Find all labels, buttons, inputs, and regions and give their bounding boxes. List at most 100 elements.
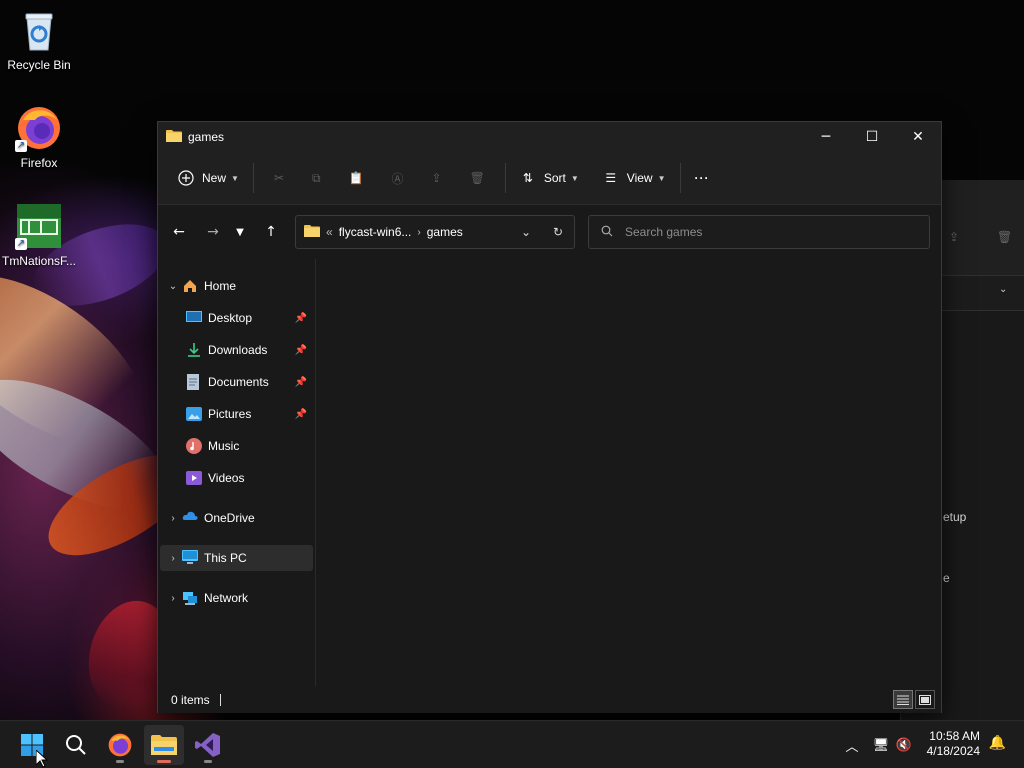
notification-bell-icon: 🔔 xyxy=(988,735,1006,751)
search-icon xyxy=(601,225,613,240)
notifications-button[interactable]: 🔔 xyxy=(989,735,1006,751)
sort-button[interactable]: ⇅ Sort ▼ xyxy=(512,162,587,194)
large-icons-view-button[interactable] xyxy=(915,690,935,709)
new-button[interactable]: New ▼ xyxy=(170,162,247,194)
network-status-icon[interactable]: 🖥 xyxy=(868,738,894,753)
nav-item-documents[interactable]: Documents 📌 xyxy=(160,369,313,395)
running-indicator xyxy=(116,760,124,763)
delete-button[interactable]: 🗑 xyxy=(456,162,499,194)
view-label: View xyxy=(626,171,653,185)
home-icon xyxy=(182,278,198,294)
back-button[interactable]: ← xyxy=(164,217,194,247)
folder-icon xyxy=(304,224,320,241)
downloads-icon xyxy=(186,342,202,358)
chevron-right-icon: › xyxy=(171,592,175,604)
list-view-icon: ☰ xyxy=(605,171,617,185)
pin-icon: 📌 xyxy=(294,312,307,324)
rename-button[interactable]: Ⓐ xyxy=(378,162,418,194)
nav-item-downloads[interactable]: Downloads 📌 xyxy=(160,337,313,363)
chevron-right-icon: › xyxy=(417,226,421,238)
address-actions: ⌄ ↻ xyxy=(510,216,574,248)
paste-button[interactable]: 📋 xyxy=(335,162,378,194)
taskbar-firefox[interactable] xyxy=(100,725,140,765)
up-button[interactable]: ↑ xyxy=(256,217,286,247)
scissors-icon: ✂ xyxy=(273,171,284,185)
recycle-bin-icon xyxy=(15,6,63,54)
window-controls: ─ ☐ ✕ xyxy=(803,122,941,152)
view-button[interactable]: ☰ View ▼ xyxy=(595,162,674,194)
onedrive-icon xyxy=(182,510,198,526)
show-hidden-icons-button[interactable]: ︿ xyxy=(842,736,862,755)
search-box[interactable]: Search games xyxy=(588,215,930,249)
details-view-icon xyxy=(897,695,909,705)
desktop-icon-label: TmNationsF... xyxy=(1,254,76,268)
copy-button[interactable]: ⧉ xyxy=(298,162,335,194)
chevron-down-icon: ▼ xyxy=(236,226,244,238)
toolbar-separator xyxy=(504,163,506,193)
shortcut-arrow-icon: ↗ xyxy=(15,140,27,152)
desktop-icon-firefox[interactable]: ↗ Firefox xyxy=(0,104,78,170)
videos-icon xyxy=(186,470,202,486)
running-indicator xyxy=(204,760,212,763)
more-options-button[interactable]: ··· xyxy=(687,162,718,194)
pin-icon: 📌 xyxy=(294,408,307,420)
desktop-icon-recycle-bin[interactable]: Recycle Bin xyxy=(0,6,78,72)
copy-icon: ⧉ xyxy=(312,170,321,185)
nav-item-music[interactable]: Music xyxy=(160,433,313,459)
details-view-button[interactable] xyxy=(893,690,913,709)
clipboard-icon: 📋 xyxy=(348,171,364,185)
pin-icon: 📌 xyxy=(294,376,307,388)
recent-locations-button[interactable]: ▼ xyxy=(228,217,252,247)
nav-item-onedrive[interactable]: › OneDrive xyxy=(160,505,313,531)
documents-icon xyxy=(186,374,202,390)
visual-studio-icon xyxy=(195,733,220,757)
nav-item-label: Pictures xyxy=(208,407,252,421)
breadcrumb-item[interactable]: games xyxy=(427,225,463,239)
breadcrumb-overflow[interactable]: « xyxy=(326,225,333,239)
mouse-cursor-icon xyxy=(36,750,48,768)
taskbar-search-button[interactable] xyxy=(56,725,96,765)
clock-time: 10:58 AM xyxy=(929,729,980,743)
close-button[interactable]: ✕ xyxy=(895,122,941,152)
pictures-icon xyxy=(186,406,202,422)
nav-item-label: Home xyxy=(204,279,237,293)
share-button[interactable]: ⇪ xyxy=(418,162,456,194)
minimize-button[interactable]: ─ xyxy=(803,122,849,152)
taskbar-visual-studio[interactable] xyxy=(188,725,228,765)
nav-item-network[interactable]: › Network xyxy=(160,585,313,611)
file-explorer-icon xyxy=(151,735,177,755)
address-history-button[interactable]: ⌄ xyxy=(510,225,542,239)
volume-muted-icon[interactable]: 🔇 xyxy=(894,738,914,753)
close-icon: ✕ xyxy=(912,129,924,145)
clock[interactable]: 10:58 AM 4/18/2024 xyxy=(927,729,980,759)
cut-button[interactable]: ✂ xyxy=(260,162,298,194)
this-pc-icon xyxy=(182,550,198,566)
large-icons-view-icon xyxy=(919,694,931,705)
nav-item-label: Music xyxy=(208,439,240,453)
breadcrumb-item[interactable]: flycast-win6... xyxy=(339,225,412,239)
status-bar: 0 items xyxy=(158,686,941,713)
maximize-button[interactable]: ☐ xyxy=(849,122,895,152)
nav-item-label: Desktop xyxy=(208,311,253,325)
file-list-area[interactable] xyxy=(316,259,941,686)
nav-item-desktop[interactable]: Desktop 📌 xyxy=(160,305,313,331)
navigation-row: ← → ▼ ↑ « flycast-win6... › games ⌄ ↻ Se… xyxy=(158,205,941,259)
forward-button[interactable]: → xyxy=(198,217,228,247)
address-bar[interactable]: « flycast-win6... › games ⌄ ↻ xyxy=(295,215,575,249)
navigation-pane: ⌄ Home Desktop 📌 Downloads 📌 Documents 📌… xyxy=(158,259,316,686)
nav-item-this-pc[interactable]: › This PC xyxy=(160,545,313,571)
network-icon xyxy=(182,590,198,606)
taskbar-file-explorer[interactable] xyxy=(144,725,184,765)
new-label: New xyxy=(202,171,227,185)
command-bar: New ▼ ✂ ⧉ 📋 Ⓐ ⇪ 🗑 ⇅ Sort ▼ ☰ View ▼ ··· xyxy=(158,152,941,205)
window-title: games xyxy=(188,130,225,144)
desktop-icon-tmnations[interactable]: ↗ TmNationsF... xyxy=(0,202,78,268)
nav-item-home[interactable]: ⌄ Home xyxy=(160,273,313,299)
refresh-button[interactable]: ↻ xyxy=(542,225,574,239)
tmnations-icon: ↗ xyxy=(15,202,63,250)
nav-item-videos[interactable]: Videos xyxy=(160,465,313,491)
music-icon xyxy=(186,438,202,454)
title-bar[interactable]: games ─ ☐ ✕ xyxy=(158,122,941,152)
file-explorer-window[interactable]: games ─ ☐ ✕ New ▼ ✂ ⧉ 📋 Ⓐ ⇪ 🗑 ⇅ Sort ▼ ☰ xyxy=(157,121,942,713)
nav-item-pictures[interactable]: Pictures 📌 xyxy=(160,401,313,427)
